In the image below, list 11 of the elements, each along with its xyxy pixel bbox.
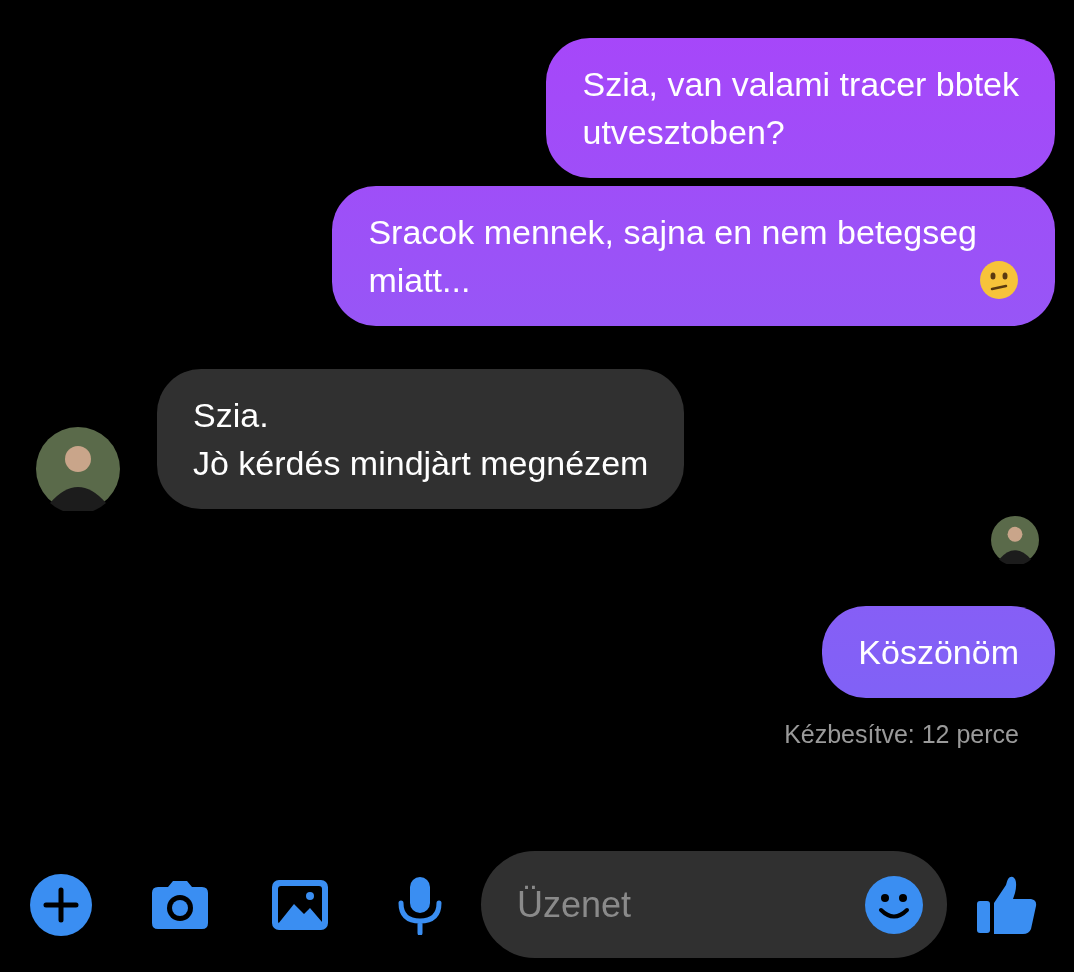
image-icon[interactable] — [270, 877, 330, 932]
message-text: Sracok mennek, sajna en nem betegseg miatt... — [368, 212, 977, 301]
delivery-status: Kézbesítve: 12 perce — [784, 720, 1019, 749]
plus-icon[interactable] — [30, 873, 92, 936]
message-text: Szia, van valami tracer bbtek utvesztoben? — [582, 64, 1019, 153]
avatar[interactable] — [36, 427, 120, 511]
message-text: Köszönöm — [858, 632, 1019, 673]
message-field[interactable]: Üzenet — [481, 851, 947, 958]
emoji-icon[interactable] — [864, 875, 924, 935]
seen-avatar — [991, 516, 1039, 564]
message-text: Szia. Jò kérdés mindjàrt megnézem — [193, 395, 649, 484]
